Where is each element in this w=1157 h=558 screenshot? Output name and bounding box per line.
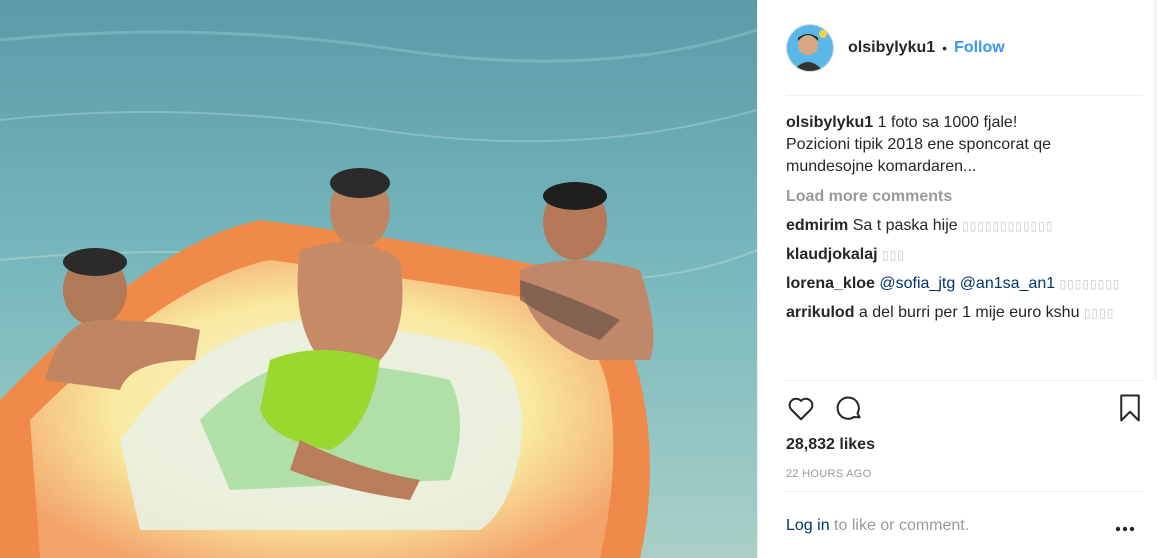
more-options-icon[interactable]: [1115, 519, 1135, 537]
comment-emoji: ▯▯▯: [882, 248, 905, 262]
comment-username[interactable]: arrikulod: [786, 304, 854, 321]
comment-item: edmirim Sa t paska hije ▯▯▯▯▯▯▯▯▯▯▯▯: [786, 215, 1126, 237]
comments-list: olsibylyku1 1 foto sa 1000 fjale! Pozici…: [786, 112, 1126, 324]
comment-text: Sa t paska hije: [852, 217, 958, 234]
caption: olsibylyku1 1 foto sa 1000 fjale! Pozici…: [786, 112, 1126, 178]
follow-button[interactable]: Follow: [954, 39, 1005, 57]
caption-username[interactable]: olsibylyku1: [786, 114, 873, 131]
comment-icon[interactable]: [834, 393, 864, 428]
comment-emoji: ▯▯▯▯▯▯▯▯▯▯▯▯: [962, 219, 1054, 233]
comment-username[interactable]: lorena_kloe: [786, 275, 875, 292]
likes-count[interactable]: 28,832 likes: [786, 436, 875, 454]
post-photo[interactable]: [0, 0, 757, 558]
post-timestamp[interactable]: 22 HOURS AGO: [786, 468, 872, 480]
comment-username[interactable]: klaudjokalaj: [786, 246, 878, 263]
divider: [786, 95, 1143, 96]
avatar[interactable]: [786, 24, 834, 72]
comment-item: arrikulod a del burri per 1 mije euro ks…: [786, 302, 1126, 324]
login-prompt-text: to like or comment.: [829, 517, 970, 534]
divider: [786, 491, 1143, 492]
post-sidebar: olsibylyku1 • Follow olsibylyku1 1 foto …: [757, 0, 1157, 558]
comment-text: a del burri per 1 mije euro kshu: [858, 304, 1080, 321]
comment-emoji: ▯▯▯▯▯▯▯▯: [1059, 277, 1121, 291]
comment-item: lorena_kloe @sofia_jtg @an1sa_an1 ▯▯▯▯▯▯…: [786, 273, 1126, 295]
login-prompt: Log in to like or comment.: [786, 517, 969, 535]
action-bar: [786, 393, 1143, 427]
comment-mention[interactable]: @sofia_jtg: [879, 275, 955, 292]
separator-dot: •: [942, 40, 948, 56]
comment-item: klaudjokalaj ▯▯▯: [786, 244, 1126, 266]
comment-username[interactable]: edmirim: [786, 217, 848, 234]
comment-mention[interactable]: @an1sa_an1: [960, 275, 1055, 292]
comments-scrollbar[interactable]: [1153, 0, 1157, 380]
post-header: olsibylyku1 • Follow: [786, 22, 1143, 74]
beach-photo-image: [0, 0, 757, 558]
bookmark-icon[interactable]: [1117, 393, 1143, 428]
login-link[interactable]: Log in: [786, 517, 830, 534]
avatar-image: [787, 25, 833, 71]
header-username[interactable]: olsibylyku1: [848, 39, 935, 57]
load-more-comments-button[interactable]: Load more comments: [786, 186, 1126, 208]
comment-emoji: ▯▯▯▯: [1083, 306, 1115, 320]
heart-icon[interactable]: [786, 393, 816, 428]
divider: [786, 380, 1143, 381]
